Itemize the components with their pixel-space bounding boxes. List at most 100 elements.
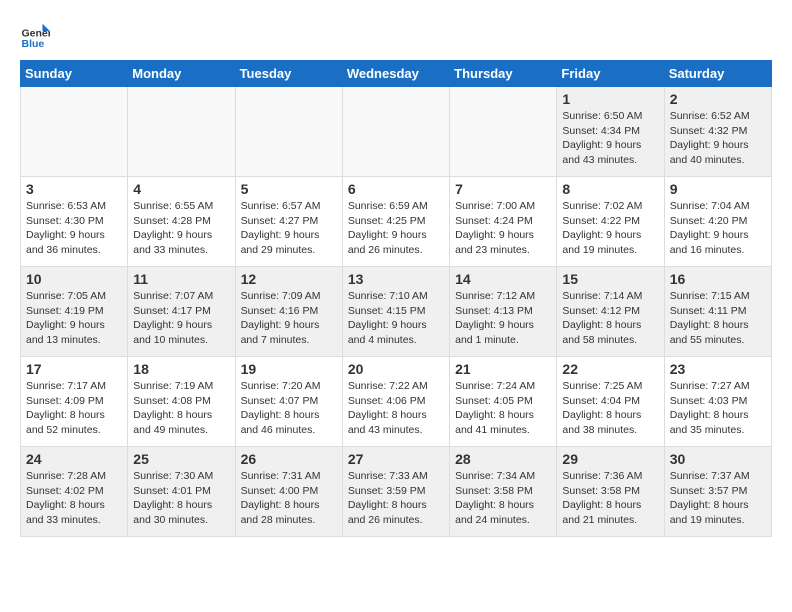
day-info: Sunrise: 7:33 AM Sunset: 3:59 PM Dayligh… [348,469,444,528]
day-cell: 14 Sunrise: 7:12 AM Sunset: 4:13 PM Dayli… [450,267,557,357]
day-cell: 23 Sunrise: 7:27 AM Sunset: 4:03 PM Dayli… [664,357,771,447]
day-info: Sunrise: 7:07 AM Sunset: 4:17 PM Dayligh… [133,289,229,348]
day-number: 26 [241,451,337,467]
day-info: Sunrise: 6:57 AM Sunset: 4:27 PM Dayligh… [241,199,337,258]
header-row: SundayMondayTuesdayWednesdayThursdayFrid… [21,61,772,87]
day-info: Sunrise: 7:00 AM Sunset: 4:24 PM Dayligh… [455,199,551,258]
day-cell: 18 Sunrise: 7:19 AM Sunset: 4:08 PM Dayli… [128,357,235,447]
header-cell-tuesday: Tuesday [235,61,342,87]
day-info: Sunrise: 7:17 AM Sunset: 4:09 PM Dayligh… [26,379,122,438]
day-info: Sunrise: 7:05 AM Sunset: 4:19 PM Dayligh… [26,289,122,348]
day-cell: 8 Sunrise: 7:02 AM Sunset: 4:22 PM Daylig… [557,177,664,267]
day-number: 20 [348,361,444,377]
day-cell: 4Sunrise: 6:55 AM Sunset: 4:28 PM Daylig… [128,177,235,267]
day-number: 17 [26,361,122,377]
day-cell: 3 Sunrise: 6:53 AM Sunset: 4:30 PM Daylig… [21,177,128,267]
day-info: Sunrise: 6:59 AM Sunset: 4:25 PM Dayligh… [348,199,444,258]
day-number: 23 [670,361,766,377]
day-cell: 28Sunrise: 7:34 AM Sunset: 3:58 PM Dayli… [450,447,557,537]
day-number: 15 [562,271,658,287]
day-number: 28 [455,451,551,467]
day-info: Sunrise: 7:30 AM Sunset: 4:01 PM Dayligh… [133,469,229,528]
day-number: 2 [670,91,766,107]
day-cell: 13 Sunrise: 7:10 AM Sunset: 4:15 PM Dayli… [342,267,449,357]
week-row-4: 24 Sunrise: 7:28 AM Sunset: 4:02 PM Dayli… [21,447,772,537]
day-info: Sunrise: 6:53 AM Sunset: 4:30 PM Dayligh… [26,199,122,258]
day-number: 14 [455,271,551,287]
day-cell: 19 Sunrise: 7:20 AM Sunset: 4:07 PM Dayli… [235,357,342,447]
day-info: Sunrise: 7:36 AM Sunset: 3:58 PM Dayligh… [562,469,658,528]
day-number: 27 [348,451,444,467]
day-cell [128,87,235,177]
day-info: Sunrise: 7:10 AM Sunset: 4:15 PM Dayligh… [348,289,444,348]
day-cell [342,87,449,177]
day-cell: 2 Sunrise: 6:52 AM Sunset: 4:32 PM Daylig… [664,87,771,177]
header-cell-sunday: Sunday [21,61,128,87]
day-number: 18 [133,361,229,377]
day-cell: 24 Sunrise: 7:28 AM Sunset: 4:02 PM Dayli… [21,447,128,537]
day-number: 19 [241,361,337,377]
day-info: Sunrise: 7:12 AM Sunset: 4:13 PM Dayligh… [455,289,551,348]
day-cell: 1 Sunrise: 6:50 AM Sunset: 4:34 PM Daylig… [557,87,664,177]
day-cell: 17 Sunrise: 7:17 AM Sunset: 4:09 PM Dayli… [21,357,128,447]
day-info: Sunrise: 6:50 AM Sunset: 4:34 PM Dayligh… [562,109,658,168]
header-cell-wednesday: Wednesday [342,61,449,87]
day-cell: 16 Sunrise: 7:15 AM Sunset: 4:11 PM Dayli… [664,267,771,357]
day-cell: 20 Sunrise: 7:22 AM Sunset: 4:06 PM Dayli… [342,357,449,447]
logo: General Blue [20,20,54,50]
day-cell [235,87,342,177]
day-number: 12 [241,271,337,287]
day-number: 7 [455,181,551,197]
day-number: 6 [348,181,444,197]
day-cell: 7 Sunrise: 7:00 AM Sunset: 4:24 PM Daylig… [450,177,557,267]
week-row-0: 1 Sunrise: 6:50 AM Sunset: 4:34 PM Daylig… [21,87,772,177]
day-cell: 22Sunrise: 7:25 AM Sunset: 4:04 PM Dayli… [557,357,664,447]
day-cell: 12 Sunrise: 7:09 AM Sunset: 4:16 PM Dayli… [235,267,342,357]
day-cell: 21Sunrise: 7:24 AM Sunset: 4:05 PM Dayli… [450,357,557,447]
day-info: Sunrise: 7:27 AM Sunset: 4:03 PM Dayligh… [670,379,766,438]
day-cell: 29 Sunrise: 7:36 AM Sunset: 3:58 PM Dayli… [557,447,664,537]
day-number: 13 [348,271,444,287]
header-cell-friday: Friday [557,61,664,87]
day-info: Sunrise: 7:31 AM Sunset: 4:00 PM Dayligh… [241,469,337,528]
day-number: 4 [133,181,229,197]
day-cell [21,87,128,177]
day-info: Sunrise: 7:24 AM Sunset: 4:05 PM Dayligh… [455,379,551,438]
day-number: 1 [562,91,658,107]
day-number: 16 [670,271,766,287]
calendar-table: SundayMondayTuesdayWednesdayThursdayFrid… [20,60,772,537]
header-cell-thursday: Thursday [450,61,557,87]
day-cell: 10 Sunrise: 7:05 AM Sunset: 4:19 PM Dayli… [21,267,128,357]
day-info: Sunrise: 7:04 AM Sunset: 4:20 PM Dayligh… [670,199,766,258]
day-info: Sunrise: 7:02 AM Sunset: 4:22 PM Dayligh… [562,199,658,258]
day-cell: 27 Sunrise: 7:33 AM Sunset: 3:59 PM Dayli… [342,447,449,537]
day-cell: 9Sunrise: 7:04 AM Sunset: 4:20 PM Daylig… [664,177,771,267]
header-cell-saturday: Saturday [664,61,771,87]
day-number: 24 [26,451,122,467]
day-info: Sunrise: 7:09 AM Sunset: 4:16 PM Dayligh… [241,289,337,348]
day-cell: 15Sunrise: 7:14 AM Sunset: 4:12 PM Dayli… [557,267,664,357]
day-number: 3 [26,181,122,197]
day-info: Sunrise: 7:20 AM Sunset: 4:07 PM Dayligh… [241,379,337,438]
day-info: Sunrise: 7:37 AM Sunset: 3:57 PM Dayligh… [670,469,766,528]
header: General Blue [20,20,772,50]
week-row-1: 3 Sunrise: 6:53 AM Sunset: 4:30 PM Daylig… [21,177,772,267]
day-info: Sunrise: 7:22 AM Sunset: 4:06 PM Dayligh… [348,379,444,438]
day-info: Sunrise: 6:52 AM Sunset: 4:32 PM Dayligh… [670,109,766,168]
day-info: Sunrise: 7:15 AM Sunset: 4:11 PM Dayligh… [670,289,766,348]
day-info: Sunrise: 7:19 AM Sunset: 4:08 PM Dayligh… [133,379,229,438]
day-number: 8 [562,181,658,197]
header-cell-monday: Monday [128,61,235,87]
day-cell: 25Sunrise: 7:30 AM Sunset: 4:01 PM Dayli… [128,447,235,537]
day-info: Sunrise: 7:28 AM Sunset: 4:02 PM Dayligh… [26,469,122,528]
day-cell: 26 Sunrise: 7:31 AM Sunset: 4:00 PM Dayli… [235,447,342,537]
day-number: 30 [670,451,766,467]
day-cell: 6 Sunrise: 6:59 AM Sunset: 4:25 PM Daylig… [342,177,449,267]
day-number: 11 [133,271,229,287]
day-number: 10 [26,271,122,287]
day-number: 5 [241,181,337,197]
week-row-2: 10 Sunrise: 7:05 AM Sunset: 4:19 PM Dayli… [21,267,772,357]
day-number: 29 [562,451,658,467]
day-cell: 5 Sunrise: 6:57 AM Sunset: 4:27 PM Daylig… [235,177,342,267]
logo-icon: General Blue [20,20,50,50]
